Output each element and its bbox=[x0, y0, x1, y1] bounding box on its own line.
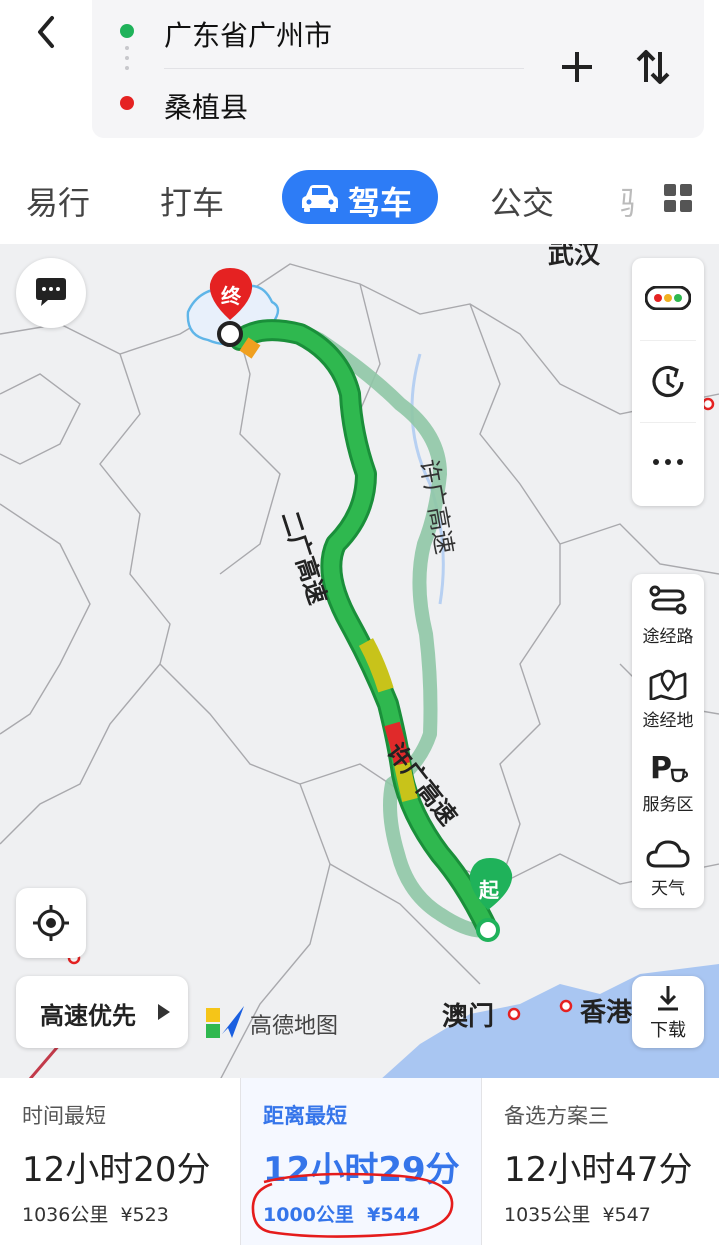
more-modes-grid-icon[interactable] bbox=[664, 184, 694, 214]
transport-tabs: 易行 打车 驾车 公交 骑 bbox=[0, 170, 719, 232]
origin-field[interactable]: 广东省广州市 bbox=[164, 14, 332, 54]
route-path-icon bbox=[649, 585, 687, 615]
via-road-label: 途经路 bbox=[642, 627, 694, 647]
route-header: 广东省广州市 桑植县 bbox=[0, 0, 719, 160]
chat-bubble-icon bbox=[36, 278, 66, 306]
service-area-button[interactable]: P 服务区 bbox=[632, 742, 704, 826]
feedback-button[interactable] bbox=[16, 258, 86, 328]
highlight-annotation-icon bbox=[251, 1172, 454, 1238]
city-label-wuhan: 武汉 bbox=[548, 244, 601, 270]
route-option-meta: 1035公里 ¥547 bbox=[504, 1200, 651, 1227]
clock-icon bbox=[652, 365, 684, 398]
brand-name: 高德地图 bbox=[250, 1014, 339, 1039]
weather-button[interactable]: 天气 bbox=[632, 826, 704, 908]
route-option-name: 时间最短 bbox=[22, 1104, 106, 1128]
locate-button[interactable] bbox=[16, 888, 86, 958]
parking-coffee-icon: P bbox=[650, 751, 688, 784]
service-area-label: 服务区 bbox=[642, 795, 694, 815]
highway-priority-button[interactable]: 高速优先 bbox=[16, 976, 188, 1048]
city-label-macau: 澳门 bbox=[442, 1002, 495, 1032]
crosshair-icon bbox=[33, 905, 69, 941]
tab-drive-label: 驾车 bbox=[348, 184, 413, 222]
via-place-button[interactable]: 途经地 bbox=[632, 658, 704, 742]
download-map-button[interactable]: 下载 bbox=[632, 976, 704, 1048]
highway-priority-label: 高速优先 bbox=[40, 1002, 136, 1030]
departure-time-button[interactable] bbox=[632, 340, 704, 422]
car-icon bbox=[302, 185, 338, 212]
route-option-alternative[interactable]: 备选方案三 12小时47分 1035公里 ¥547 bbox=[482, 1078, 719, 1245]
download-icon bbox=[658, 986, 678, 1011]
traffic-toggle-button[interactable] bbox=[632, 258, 704, 340]
route-tools-rail: 途经路 途经地 P 服务区 天气 bbox=[632, 574, 704, 908]
route-option-distance: 1036公里 bbox=[22, 1204, 109, 1226]
origin-dot-icon bbox=[120, 24, 134, 38]
amap-logo-icon bbox=[206, 1006, 244, 1038]
route-option-fastest[interactable]: 时间最短 12小时20分 1036公里 ¥523 bbox=[0, 1078, 240, 1245]
cloud-icon bbox=[646, 840, 690, 868]
map-pin-icon bbox=[649, 669, 687, 700]
start-marker-label: 起 bbox=[479, 878, 499, 902]
city-label-hongkong: 香港 bbox=[580, 998, 633, 1028]
destination-field[interactable]: 桑植县 bbox=[164, 86, 248, 126]
weather-label: 天气 bbox=[651, 879, 685, 899]
back-icon[interactable] bbox=[28, 8, 68, 52]
route-option-name: 备选方案三 bbox=[504, 1104, 609, 1128]
tab-transit[interactable]: 公交 bbox=[490, 178, 554, 224]
tab-drive[interactable]: 驾车 bbox=[282, 170, 438, 224]
route-option-meta: 1036公里 ¥523 bbox=[22, 1200, 169, 1227]
route-option-toll: ¥523 bbox=[120, 1204, 169, 1226]
tab-easy-go[interactable]: 易行 bbox=[26, 178, 90, 224]
divider bbox=[164, 68, 524, 69]
map-view[interactable]: 武汉 澳门 香港 二广高速 许广高速 许广高速 起 终 途经路 途经地 P 服务… bbox=[0, 244, 719, 1080]
svg-text:P: P bbox=[650, 751, 672, 784]
map-tools-rail bbox=[632, 258, 704, 506]
brand-logo: 高德地图 bbox=[206, 1002, 356, 1042]
traffic-light-icon bbox=[645, 286, 691, 310]
add-waypoint-icon[interactable] bbox=[552, 42, 602, 92]
download-label: 下载 bbox=[650, 1020, 686, 1041]
route-option-toll: ¥547 bbox=[602, 1204, 651, 1226]
triangle-right-icon bbox=[158, 1004, 170, 1020]
destination-dot-icon bbox=[120, 96, 134, 110]
more-tools-button[interactable] bbox=[632, 422, 704, 506]
tab-overflow[interactable]: 骑 bbox=[620, 178, 634, 224]
end-marker-label: 终 bbox=[221, 284, 241, 308]
route-dots-icon bbox=[125, 46, 129, 76]
more-dots-icon bbox=[653, 459, 683, 465]
swap-route-icon[interactable] bbox=[628, 42, 678, 92]
via-road-button[interactable]: 途经路 bbox=[632, 574, 704, 658]
map-canvas bbox=[0, 263, 719, 1080]
route-option-distance: 1035公里 bbox=[504, 1204, 591, 1226]
via-place-label: 途经地 bbox=[642, 711, 694, 731]
route-input-box: 广东省广州市 桑植县 bbox=[92, 0, 704, 138]
tab-taxi[interactable]: 打车 bbox=[160, 178, 224, 224]
route-option-time: 12小时47分 bbox=[504, 1150, 693, 1190]
route-option-name: 距离最短 bbox=[263, 1104, 347, 1128]
route-option-time: 12小时20分 bbox=[22, 1150, 211, 1190]
